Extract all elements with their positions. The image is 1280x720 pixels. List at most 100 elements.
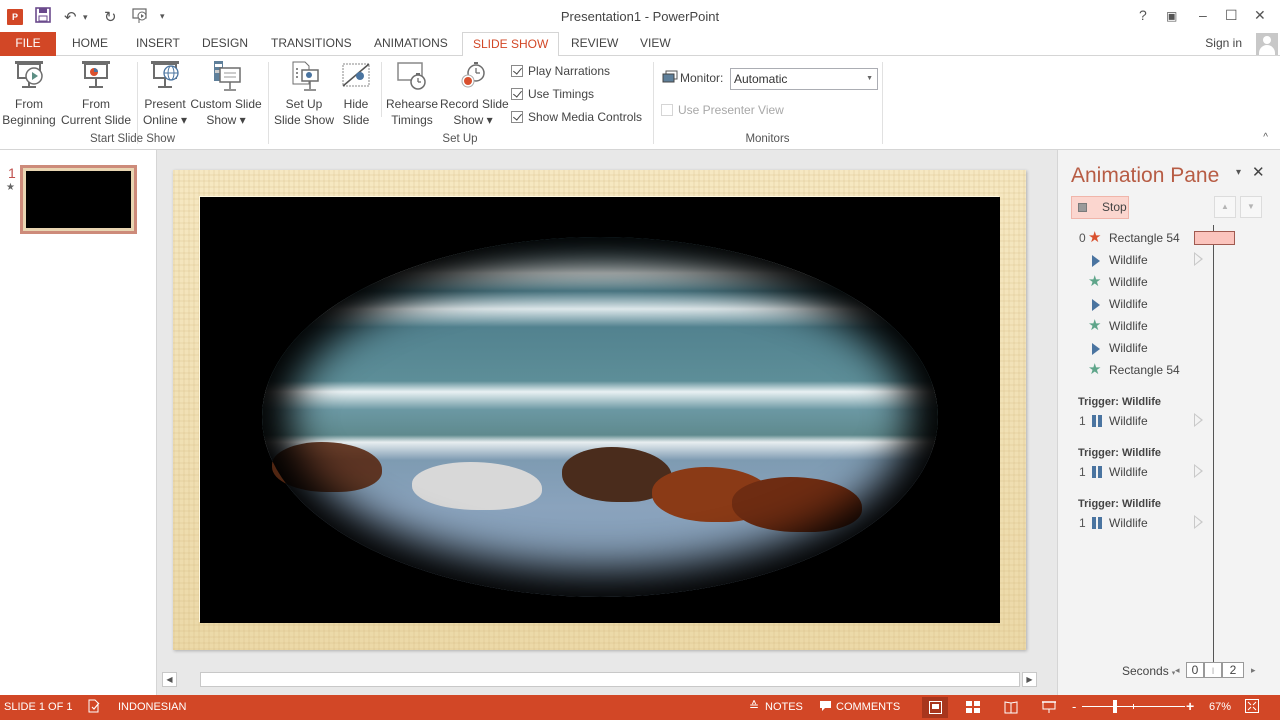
tab-design[interactable]: DESIGN <box>192 32 258 56</box>
pause-icon <box>1092 517 1102 529</box>
timeline-zoom-in-icon[interactable]: ▸ <box>1251 665 1256 676</box>
play-from-current-icon <box>80 60 112 92</box>
close-pane-icon[interactable]: ✕ <box>1252 163 1265 181</box>
separator <box>381 62 382 117</box>
from-current-slide-button[interactable]: From Current Slide <box>60 60 132 128</box>
window-title: Presentation1 - PowerPoint <box>560 9 720 24</box>
emphasis-star-icon: ★ <box>1088 229 1102 246</box>
timing-bar[interactable] <box>1194 231 1235 245</box>
present-online-button[interactable]: Present Online ▾ <box>142 60 188 128</box>
comments-icon[interactable] <box>819 700 832 715</box>
play-narrations-checkbox[interactable]: Play Narrations <box>511 64 610 78</box>
set-up-slide-show-button[interactable]: Set Up Slide Show <box>273 60 335 128</box>
monitor-icon <box>662 70 678 87</box>
tab-review[interactable]: REVIEW <box>561 32 628 56</box>
maximize-icon[interactable]: ☐ <box>1225 7 1238 24</box>
use-timings-checkbox[interactable]: Use Timings <box>511 87 594 101</box>
from-beginning-button[interactable]: From Beginning <box>2 60 56 128</box>
help-icon[interactable]: ? <box>1139 7 1147 23</box>
animation-item[interactable]: ★ Wildlife <box>1058 271 1280 293</box>
animation-indicator-icon: ★ <box>6 182 15 193</box>
horizontal-scrollbar[interactable]: ◀ ▶ <box>160 672 1038 689</box>
play-marker-icon <box>1194 252 1203 266</box>
slide-show-view-button[interactable] <box>1036 697 1062 718</box>
move-up-button[interactable]: ▲ <box>1214 196 1236 218</box>
pane-options-icon[interactable]: ▾ <box>1236 167 1241 178</box>
animation-item[interactable]: 0 ★ Rectangle 54 <box>1058 227 1280 249</box>
reading-view-button[interactable] <box>998 697 1024 718</box>
comments-button[interactable]: COMMENTS <box>836 701 900 713</box>
pause-icon <box>1092 415 1102 427</box>
monitor-label: Monitor: <box>680 71 724 85</box>
custom-slide-show-button[interactable]: Custom Slide Show ▾ <box>190 60 262 128</box>
trigger-animation-item[interactable]: 1 Wildlife <box>1058 461 1280 483</box>
animation-item[interactable]: Wildlife <box>1058 249 1280 271</box>
fit-slide-to-window-icon[interactable] <box>1245 699 1259 716</box>
record-slide-show-button[interactable]: Record Slide Show ▾ <box>440 60 509 128</box>
spell-check-icon[interactable] <box>87 699 101 716</box>
emphasis-star-icon: ★ <box>1088 273 1102 290</box>
animation-item[interactable]: ★ Wildlife <box>1058 315 1280 337</box>
video-frame-wildlife[interactable] <box>200 197 1000 623</box>
notes-button[interactable]: NOTES <box>765 701 803 713</box>
close-icon[interactable]: ✕ <box>1254 7 1266 24</box>
group-label-monitors: Monitors <box>745 133 790 145</box>
pause-icon <box>1092 466 1102 478</box>
tab-view[interactable]: VIEW <box>630 32 681 56</box>
hide-slide-button[interactable]: Hide Slide <box>338 60 374 128</box>
normal-view-button[interactable] <box>922 697 948 718</box>
emphasis-star-icon: ★ <box>1088 361 1102 378</box>
scroll-left-icon[interactable]: ◀ <box>162 672 177 687</box>
tab-file[interactable]: FILE <box>0 32 56 56</box>
checkbox-icon[interactable] <box>511 111 523 123</box>
checkbox-icon[interactable] <box>661 104 673 116</box>
oval-vignette <box>262 237 938 597</box>
rehearse-timings-button[interactable]: Rehearse Timings <box>386 60 438 128</box>
checkbox-icon[interactable] <box>511 88 523 100</box>
move-down-button[interactable]: ▼ <box>1240 196 1262 218</box>
use-presenter-view-checkbox[interactable]: Use Presenter View <box>661 103 784 117</box>
notes-icon[interactable]: ≙ <box>749 699 759 713</box>
monitor-select[interactable]: Automatic ▼ <box>730 68 878 90</box>
language-indicator[interactable]: INDONESIAN <box>118 701 186 713</box>
animation-item[interactable]: Wildlife <box>1058 337 1280 359</box>
ribbon-display-options-icon[interactable]: ▣ <box>1166 9 1177 23</box>
play-media-icon <box>1092 254 1100 271</box>
tab-insert[interactable]: INSERT <box>126 32 190 56</box>
sign-in-link[interactable]: Sign in <box>1205 36 1242 50</box>
timeline-unit-dropdown[interactable]: Seconds ▾ <box>1122 664 1175 678</box>
timeline-zoom-out-icon[interactable]: ◂ <box>1175 665 1180 676</box>
scrollbar-track[interactable] <box>200 672 1020 687</box>
tab-slide-show[interactable]: SLIDE SHOW <box>462 32 560 57</box>
slide-canvas[interactable] <box>173 170 1026 650</box>
separator <box>268 62 269 144</box>
zoom-out-button[interactable]: - <box>1072 699 1076 714</box>
title-bar: P ↶ ▾ ↻ ▾ Presentation1 - PowerPoint ? ▣… <box>0 0 1280 32</box>
zoom-in-button[interactable]: + <box>1186 698 1194 714</box>
ribbon-tabs: FILE HOME INSERT DESIGN TRANSITIONS ANIM… <box>0 32 1280 57</box>
animation-item[interactable]: Wildlife <box>1058 293 1280 315</box>
trigger-label: Trigger: Wildlife <box>1078 396 1162 408</box>
slide-sorter-view-button[interactable] <box>960 697 986 718</box>
avatar[interactable] <box>1256 33 1278 55</box>
trigger-animation-item[interactable]: 1 Wildlife <box>1058 512 1280 534</box>
checkbox-icon[interactable] <box>511 65 523 77</box>
tab-home[interactable]: HOME <box>62 32 118 56</box>
tab-animations[interactable]: ANIMATIONS <box>364 32 458 56</box>
slide-count: SLIDE 1 OF 1 <box>4 701 73 713</box>
scroll-right-icon[interactable]: ▶ <box>1022 672 1037 687</box>
tab-transitions[interactable]: TRANSITIONS <box>261 32 362 56</box>
animation-item[interactable]: ★ Rectangle 54 <box>1058 359 1280 381</box>
stop-button[interactable]: Stop <box>1071 196 1129 219</box>
collapse-ribbon-icon[interactable]: ^ <box>1263 132 1268 143</box>
zoom-slider-thumb[interactable] <box>1113 700 1117 713</box>
trigger-animation-item[interactable]: 1 Wildlife <box>1058 410 1280 432</box>
show-media-controls-checkbox[interactable]: Show Media Controls <box>511 110 642 124</box>
timeline-end: 2 <box>1222 662 1244 678</box>
minimize-icon[interactable]: – <box>1199 7 1207 23</box>
separator <box>137 62 138 144</box>
zoom-level[interactable]: 67% <box>1209 701 1231 713</box>
group-label-set-up: Set Up <box>442 133 478 145</box>
slide-thumbnail[interactable] <box>20 165 137 234</box>
ribbon: From Beginning From Current Slide Presen… <box>0 56 1280 150</box>
